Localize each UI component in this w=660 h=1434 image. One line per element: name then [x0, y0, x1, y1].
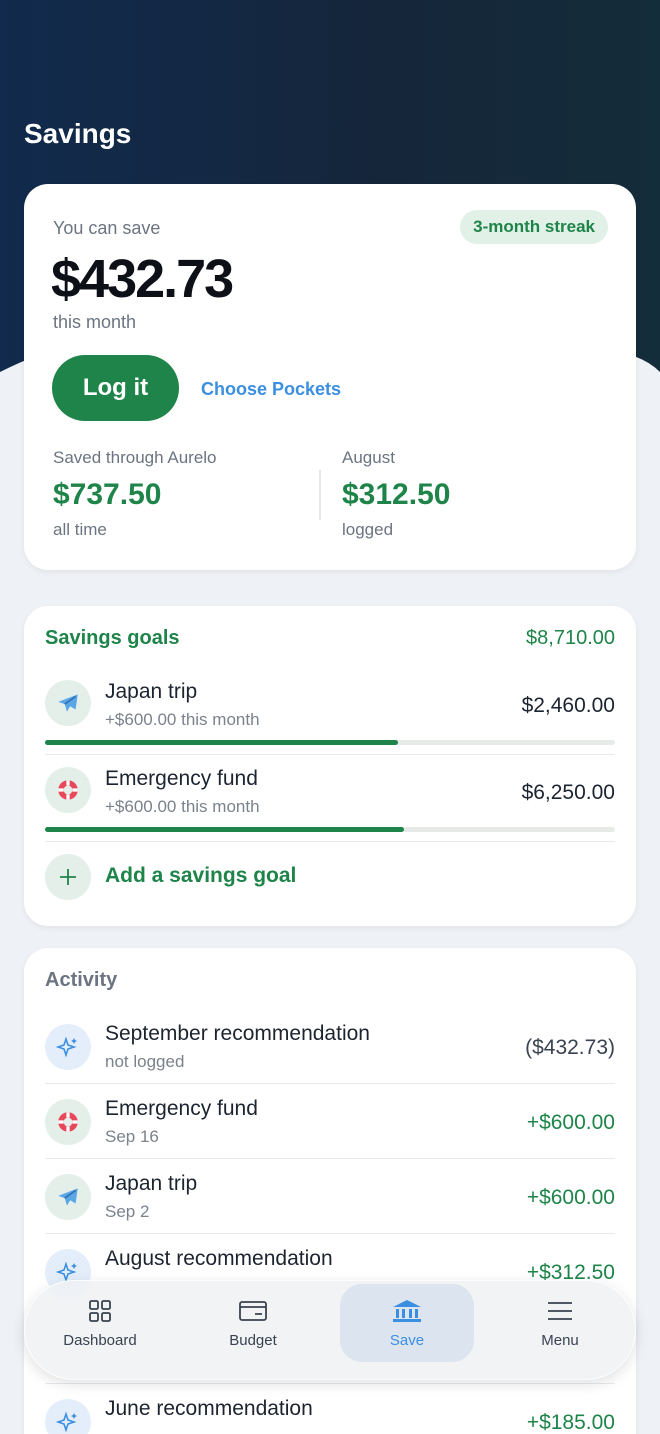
activity-title-text: August recommendation	[105, 1247, 333, 1270]
goals-title: Savings goals	[45, 627, 180, 649]
sparkle-icon	[45, 1024, 91, 1070]
stat-label: Saved through Aurelo	[53, 448, 217, 467]
stat-label: August	[342, 448, 395, 467]
airplane-icon	[45, 680, 91, 726]
activity-row[interactable]: September recommendation not logged ($43…	[45, 1010, 615, 1085]
add-savings-goal-button[interactable]: Add a savings goal	[45, 854, 345, 900]
menu-icon	[548, 1301, 572, 1320]
bottom-nav: Dashboard Budget Save Menu	[24, 1280, 636, 1380]
page-title: Savings	[24, 118, 132, 149]
lifebuoy-icon	[45, 767, 91, 813]
nav-save[interactable]: Save	[340, 1284, 474, 1362]
lifebuoy-icon	[45, 1099, 91, 1145]
nav-label: Budget	[229, 1331, 277, 1349]
save-label: You can save	[53, 218, 161, 238]
card-icon	[239, 1300, 267, 1321]
goal-progress-track	[45, 740, 615, 745]
nav-label: Menu	[541, 1331, 579, 1349]
activity-amount: +$600.00	[526, 1111, 615, 1134]
activity-row[interactable]: Emergency fund Sep 16 +$600.00	[45, 1085, 615, 1160]
activity-row[interactable]: June recommendation +$185.00	[45, 1385, 615, 1434]
activity-amount: ($432.73)	[525, 1036, 615, 1059]
save-amount: $432.73	[51, 249, 234, 309]
goal-row-emergency-fund[interactable]: Emergency fund +$600.00 this month $6,25…	[45, 759, 615, 845]
add-goal-label: Add a savings goal	[105, 864, 297, 887]
nav-label: Save	[389, 1331, 425, 1349]
goal-amount: $6,250.00	[521, 781, 615, 804]
goal-row-japan-trip[interactable]: Japan trip +$600.00 this month $2,460.00	[45, 672, 615, 758]
nav-budget[interactable]: Budget	[186, 1284, 320, 1362]
goal-name: Emergency fund	[105, 767, 258, 790]
savings-goals-card: Savings goals $8,710.00 Japan trip +$600…	[24, 606, 636, 926]
goal-amount: $2,460.00	[521, 694, 615, 717]
save-period: this month	[53, 312, 137, 332]
log-it-button[interactable]: Log it	[52, 355, 179, 421]
activity-row[interactable]: Japan trip Sep 2 +$600.00	[45, 1160, 615, 1235]
stat-all-time: Saved through Aurelo $737.50 all time	[53, 448, 217, 540]
activity-title-text: June recommendation	[105, 1397, 313, 1420]
airplane-icon	[45, 1174, 91, 1220]
activity-sub: Sep 2	[105, 1202, 150, 1221]
streak-badge: 3-month streak	[460, 210, 608, 244]
bank-icon	[393, 1299, 421, 1322]
grid-icon	[89, 1299, 111, 1322]
activity-title-text: Japan trip	[105, 1172, 198, 1195]
stat-value: $312.50	[342, 478, 451, 511]
goals-total: $8,710.00	[526, 627, 615, 649]
goal-sub: +$600.00 this month	[105, 797, 260, 816]
stat-value: $737.50	[53, 478, 162, 511]
stat-divider	[319, 470, 321, 520]
activity-title: Activity	[45, 969, 118, 991]
divider	[45, 841, 615, 842]
divider	[45, 1383, 615, 1384]
activity-title-text: Emergency fund	[105, 1097, 258, 1120]
divider	[45, 1083, 615, 1084]
save-summary-card: You can save 3-month streak $432.73 this…	[24, 184, 636, 570]
divider	[45, 754, 615, 755]
sparkle-icon	[45, 1399, 91, 1434]
goal-progress-fill	[45, 827, 405, 832]
activity-sub: not logged	[105, 1052, 185, 1071]
nav-label: Dashboard	[63, 1331, 137, 1349]
activity-title-text: September recommendation	[105, 1022, 370, 1045]
goal-progress-fill	[45, 740, 399, 745]
nav-menu[interactable]: Menu	[493, 1284, 627, 1362]
activity-amount: +$600.00	[526, 1186, 615, 1209]
nav-dashboard[interactable]: Dashboard	[33, 1284, 167, 1362]
stat-sub: all time	[53, 520, 107, 539]
divider	[45, 1158, 615, 1159]
activity-amount: +$185.00	[526, 1411, 615, 1434]
goal-sub: +$600.00 this month	[105, 710, 260, 729]
stat-sub: logged	[342, 520, 394, 539]
plus-icon	[45, 854, 91, 900]
choose-pockets-link[interactable]: Choose Pockets	[201, 379, 341, 400]
divider	[45, 1233, 615, 1234]
goal-progress-track	[45, 827, 615, 832]
stat-month: August $312.50 logged	[342, 448, 450, 540]
activity-sub: Sep 16	[105, 1127, 159, 1146]
goal-name: Japan trip	[105, 680, 198, 703]
